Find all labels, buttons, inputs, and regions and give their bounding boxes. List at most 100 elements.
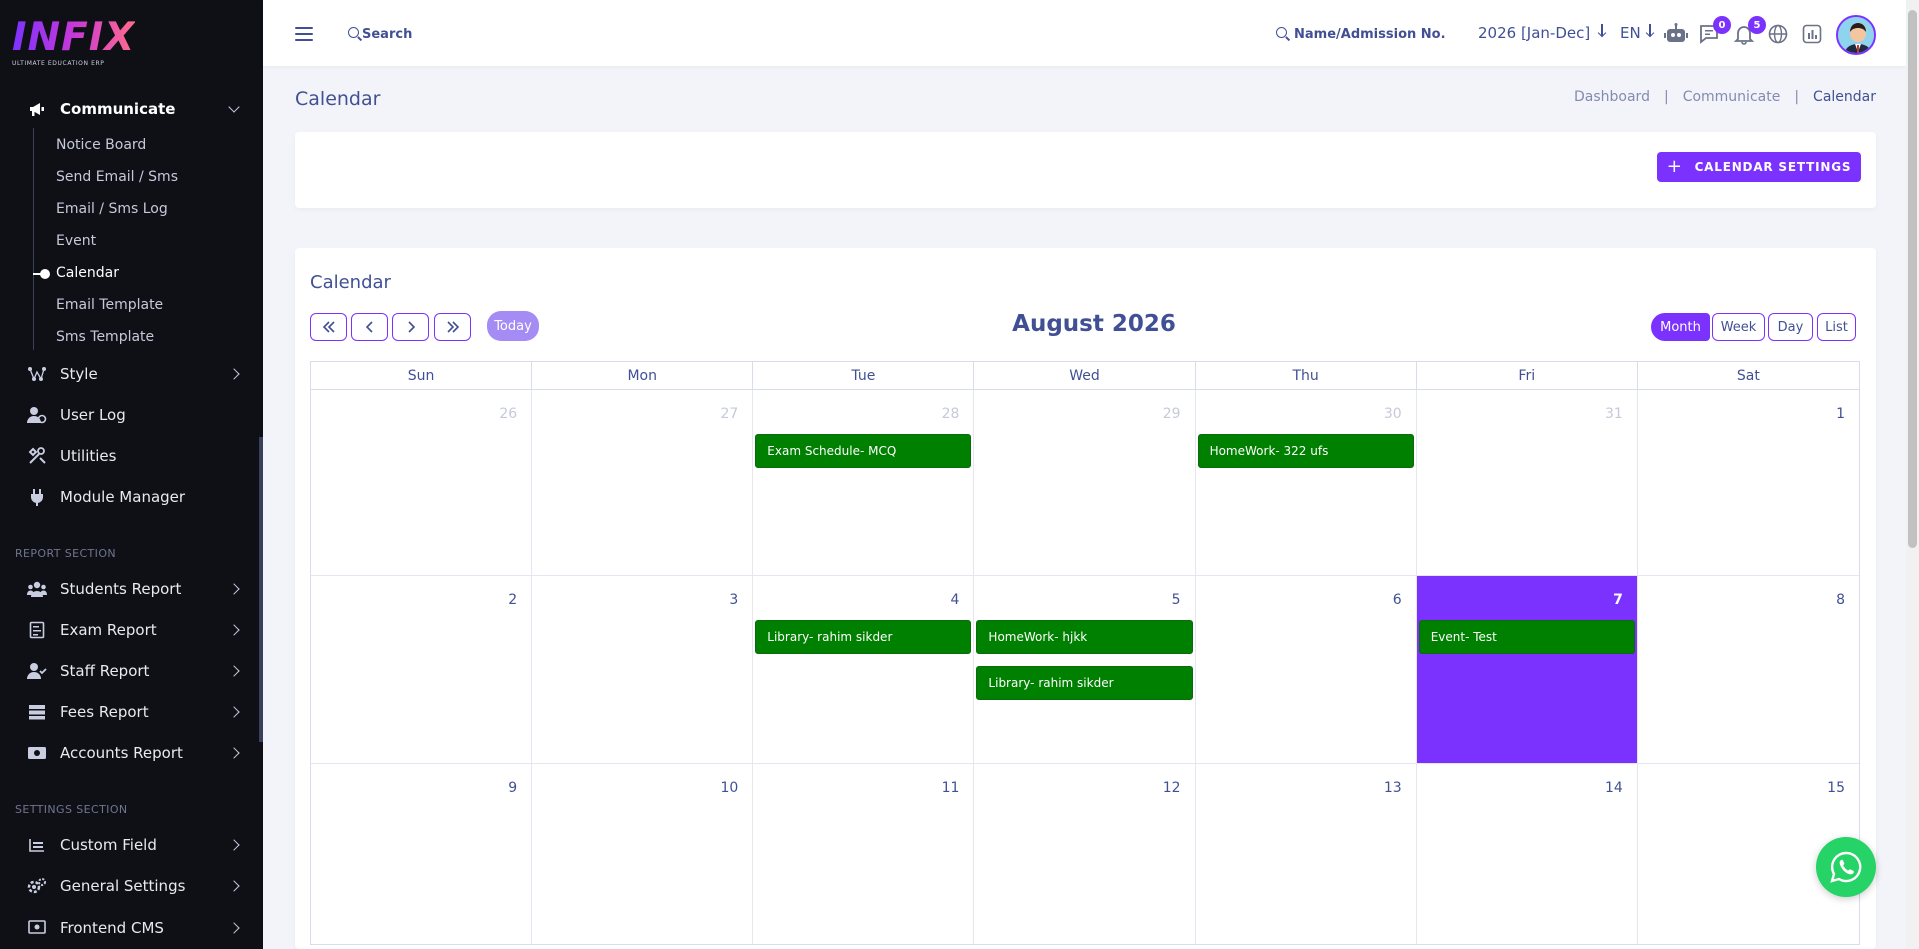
user-avatar[interactable]	[1836, 15, 1876, 55]
sidebar-sub-send-email-sms[interactable]: Send Email / Sms	[56, 165, 178, 189]
calendar-day-cell[interactable]: 29	[974, 390, 1196, 575]
calendar-day-cell[interactable]: 9	[311, 764, 533, 944]
sidebar-item-staff-report[interactable]: Staff Report	[0, 653, 259, 689]
globe-icon[interactable]	[1767, 23, 1789, 45]
sidebar-sub-event[interactable]: Event	[56, 229, 96, 253]
sidebar-sub-notice-board[interactable]: Notice Board	[56, 133, 146, 157]
day-number[interactable]: 26	[499, 406, 517, 422]
sidebar-item-communicate[interactable]: Communicate	[0, 91, 259, 127]
calendar-day-cell[interactable]: 4 Library- rahim sikder	[753, 576, 975, 763]
whatsapp-button[interactable]	[1816, 837, 1876, 897]
today-button[interactable]: Today	[487, 311, 539, 341]
calendar-day-cell[interactable]: 1	[1638, 390, 1859, 575]
calendar-day-cell-today[interactable]: 7 Event- Test	[1416, 576, 1638, 763]
day-number[interactable]: 4	[951, 592, 960, 608]
sidebar-item-utilities[interactable]: Utilities	[0, 438, 259, 474]
sidebar-sub-calendar[interactable]: Calendar	[56, 261, 119, 285]
calendar-event[interactable]: Event- Test	[1418, 620, 1635, 654]
report-chart-icon[interactable]	[1801, 23, 1823, 45]
sidebar-item-custom-field[interactable]: Custom Field	[0, 827, 259, 863]
day-number[interactable]: 9	[508, 780, 517, 796]
robot-icon[interactable]	[1664, 23, 1688, 45]
view-week-button[interactable]: Week	[1712, 313, 1765, 341]
day-number[interactable]: 10	[720, 780, 738, 796]
calendar-day-cell[interactable]: 6	[1196, 576, 1417, 763]
day-number[interactable]: 2	[508, 592, 517, 608]
calendar-event[interactable]: Exam Schedule- MCQ	[755, 434, 972, 468]
calendar-day-cell[interactable]: 10	[532, 764, 754, 944]
brand-logo[interactable]: INFIX ULTIMATE EDUCATION ERP	[12, 16, 135, 68]
sidebar-item-user-log[interactable]: User Log	[0, 397, 259, 433]
calendar-day-cell[interactable]: 5 HomeWork- hjkk Library- rahim sikder	[974, 576, 1196, 763]
day-number[interactable]: 12	[1163, 780, 1181, 796]
day-number[interactable]: 28	[942, 406, 960, 422]
view-list-button[interactable]: List	[1817, 313, 1856, 341]
calendar-event[interactable]: Library- rahim sikder	[755, 620, 972, 654]
sidebar-sub-email-template[interactable]: Email Template	[56, 293, 163, 317]
breadcrumb-communicate[interactable]: Communicate	[1683, 89, 1781, 105]
sidebar-item-accounts-report[interactable]: Accounts Report	[0, 735, 259, 771]
day-number[interactable]: 29	[1163, 406, 1181, 422]
calendar-event[interactable]: Library- rahim sikder	[976, 666, 1193, 700]
sidebar-item-fees-report[interactable]: Fees Report	[0, 694, 259, 730]
calendar-day-cell[interactable]: 26	[311, 390, 533, 575]
day-number[interactable]: 15	[1827, 780, 1845, 796]
calendar-day-cell[interactable]: 14	[1417, 764, 1638, 944]
calendar-settings-button[interactable]: + CALENDAR SETTINGS	[1657, 152, 1861, 182]
calendar-day-cell[interactable]: 2	[311, 576, 533, 763]
sidebar-item-style[interactable]: Style	[0, 356, 259, 392]
sidebar-scrollbar[interactable]	[259, 437, 263, 742]
day-number[interactable]: 1	[1836, 406, 1845, 422]
sidebar-sub-sms-template[interactable]: Sms Template	[56, 325, 154, 349]
prev-month-button[interactable]	[351, 313, 388, 341]
breadcrumb-separator: |	[1794, 89, 1800, 105]
search-input[interactable]	[362, 22, 522, 46]
sidebar-item-exam-report[interactable]: Exam Report	[0, 612, 259, 648]
breadcrumb-separator: |	[1663, 89, 1669, 105]
plus-icon: +	[1666, 156, 1683, 177]
calendar-day-cell[interactable]: 27	[532, 390, 754, 575]
calendar-event[interactable]: HomeWork- hjkk	[976, 620, 1193, 654]
calendar-day-cell[interactable]: 12	[974, 764, 1196, 944]
day-number[interactable]: 6	[1393, 592, 1402, 608]
sidebar-item-students-report[interactable]: Students Report	[0, 571, 259, 607]
calendar-event[interactable]: HomeWork- 322 ufs	[1197, 434, 1414, 468]
sidebar-item-module-manager[interactable]: Module Manager	[0, 479, 259, 515]
day-number[interactable]: 3	[729, 592, 738, 608]
students-icon	[27, 579, 47, 599]
sidebar: INFIX ULTIMATE EDUCATION ERP Communicate…	[0, 0, 263, 949]
day-number[interactable]: 14	[1605, 780, 1623, 796]
sidebar-sub-email-sms-log[interactable]: Email / Sms Log	[56, 197, 168, 221]
calendar-day-cell[interactable]: 3	[532, 576, 754, 763]
calendar-day-cell[interactable]: 11	[753, 764, 975, 944]
view-day-button[interactable]: Day	[1768, 313, 1813, 341]
day-number[interactable]: 11	[942, 780, 960, 796]
calendar-day-cell[interactable]: 31	[1417, 390, 1638, 575]
day-number[interactable]: 7	[1613, 592, 1623, 608]
next-month-button[interactable]	[392, 313, 429, 341]
day-number[interactable]: 30	[1384, 406, 1402, 422]
menu-toggle-icon[interactable]	[295, 27, 313, 41]
breadcrumb-dashboard[interactable]: Dashboard	[1574, 89, 1650, 105]
day-number[interactable]: 5	[1172, 592, 1181, 608]
sidebar-item-general-settings[interactable]: General Settings	[0, 868, 259, 904]
calendar-day-cell[interactable]: 30 HomeWork- 322 ufs	[1196, 390, 1417, 575]
day-number[interactable]: 31	[1605, 406, 1623, 422]
calendar-day-cell[interactable]: 8	[1638, 576, 1859, 763]
calendar-day-cell[interactable]: 28 Exam Schedule- MCQ	[753, 390, 975, 575]
page-scrollbar[interactable]	[1908, 10, 1917, 548]
day-number[interactable]: 13	[1384, 780, 1402, 796]
sidebar-item-label: Frontend CMS	[60, 919, 164, 937]
view-month-button[interactable]: Month	[1651, 313, 1710, 341]
day-number[interactable]: 8	[1836, 592, 1845, 608]
session-select[interactable]: 2026 [Jan-Dec]	[1478, 24, 1590, 42]
prev-year-button[interactable]	[310, 313, 347, 341]
chevron-right-icon	[228, 665, 240, 677]
language-select[interactable]: EN	[1620, 24, 1641, 42]
calendar-day-cell[interactable]: 13	[1196, 764, 1417, 944]
student-search-input[interactable]	[1294, 22, 1464, 46]
next-year-button[interactable]	[434, 313, 471, 341]
day-number[interactable]: 27	[720, 406, 738, 422]
sidebar-item-frontend-cms[interactable]: Frontend CMS	[0, 910, 259, 946]
chevron-down-icon	[228, 101, 240, 113]
